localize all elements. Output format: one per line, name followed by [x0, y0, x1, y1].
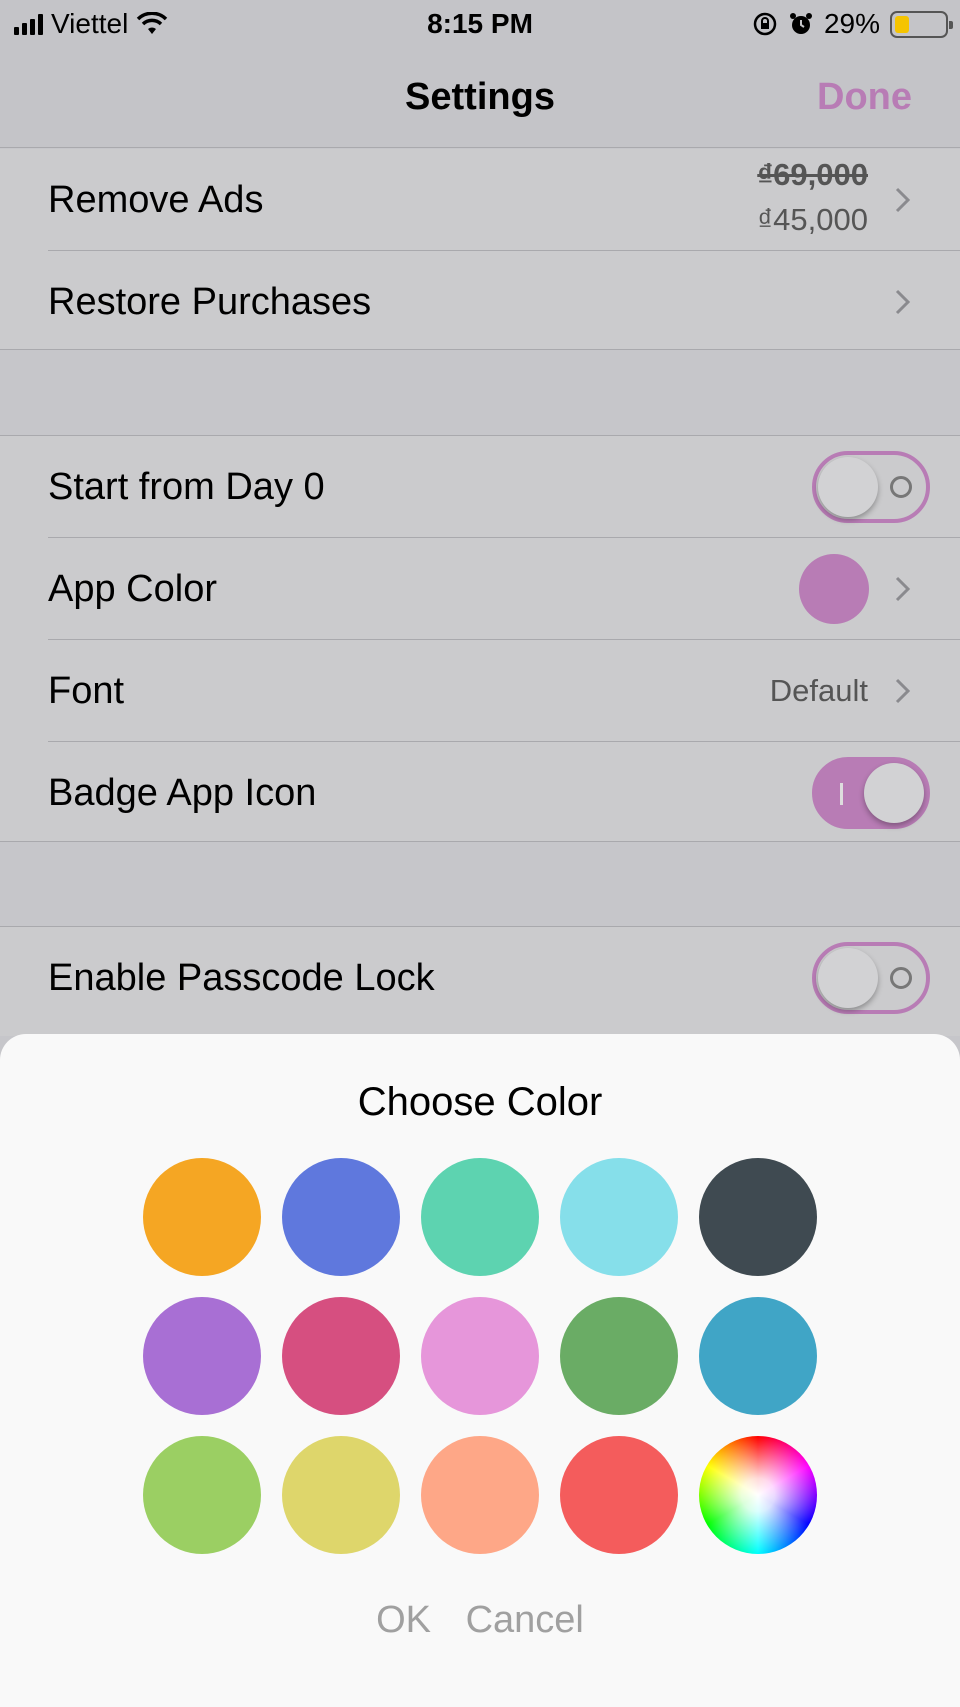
start-day0-label: Start from Day 0 [48, 466, 325, 508]
alarm-icon [789, 13, 812, 34]
app-color-row[interactable]: App Color [0, 538, 960, 640]
ok-button[interactable]: OK [376, 1599, 431, 1642]
toggle-knob [818, 457, 878, 517]
choose-color-sheet: Choose Color OK Cancel [0, 1034, 960, 1707]
font-row[interactable]: Font Default [0, 640, 960, 742]
chevron-right-icon [895, 678, 911, 704]
color-swatch[interactable] [282, 1158, 400, 1276]
sheet-title: Choose Color [357, 1080, 603, 1124]
color-swatch[interactable] [282, 1436, 400, 1554]
app-color-preview [799, 554, 869, 624]
start-day0-toggle[interactable] [812, 451, 930, 523]
chevron-right-icon [895, 289, 911, 315]
color-swatch[interactable] [282, 1297, 400, 1415]
app-color-label: App Color [48, 568, 217, 610]
toggle-off-mark [890, 476, 912, 498]
done-button[interactable]: Done [817, 76, 912, 119]
color-swatch[interactable] [560, 1436, 678, 1554]
battery-icon [890, 10, 953, 38]
color-swatch[interactable] [143, 1158, 261, 1276]
remove-ads-row[interactable]: Remove Ads ₫69,000 ₫45,000 [0, 149, 960, 251]
color-swatch[interactable] [421, 1297, 539, 1415]
restore-purchases-label: Restore Purchases [48, 281, 372, 323]
status-right: 29% [752, 8, 953, 40]
color-swatch[interactable] [143, 1297, 261, 1415]
toggle-on-mark [840, 783, 843, 805]
chevron-right-icon [895, 576, 911, 602]
sale-price: ₫45,000 [757, 202, 868, 237]
status-bar: Viettel 8:15 PM 29% [0, 0, 960, 48]
badge-app-icon-label: Badge App Icon [48, 772, 317, 814]
battery-fill [895, 15, 909, 33]
color-swatch[interactable] [560, 1297, 678, 1415]
color-swatch-grid [143, 1158, 819, 1554]
toggle-off-mark [890, 967, 912, 989]
preferences-section: Start from Day 0 App Color Font Default … [0, 435, 960, 842]
restore-purchases-row[interactable]: Restore Purchases [0, 251, 960, 353]
sheet-actions: OK Cancel [0, 1599, 960, 1642]
passcode-lock-toggle[interactable] [812, 942, 930, 1014]
nav-bar: Settings Done [0, 48, 960, 148]
custom-color-wheel[interactable] [699, 1436, 817, 1554]
cancel-button[interactable]: Cancel [466, 1599, 584, 1642]
color-swatch[interactable] [699, 1158, 817, 1276]
security-section: Enable Passcode Lock [0, 926, 960, 1036]
font-value: Default [769, 673, 868, 708]
color-swatch[interactable] [143, 1436, 261, 1554]
badge-app-icon-row: Badge App Icon [0, 742, 960, 844]
color-swatch[interactable] [560, 1158, 678, 1276]
chevron-right-icon [895, 187, 911, 213]
toggle-knob [818, 948, 878, 1008]
badge-app-icon-toggle[interactable] [812, 757, 930, 829]
start-day0-row: Start from Day 0 [0, 436, 960, 538]
color-swatch[interactable] [699, 1297, 817, 1415]
passcode-lock-row: Enable Passcode Lock [0, 927, 960, 1029]
toggle-knob [864, 763, 924, 823]
page-title: Settings [405, 76, 555, 118]
color-swatch[interactable] [421, 1436, 539, 1554]
battery-percent: 29% [823, 8, 880, 39]
passcode-lock-label: Enable Passcode Lock [48, 957, 435, 999]
font-label: Font [48, 670, 125, 712]
remove-ads-label: Remove Ads [48, 179, 264, 221]
original-price: ₫69,000 [757, 157, 868, 192]
purchases-section: Remove Ads ₫69,000 ₫45,000 Restore Purch… [0, 149, 960, 350]
orientation-lock-icon [753, 12, 777, 36]
color-swatch[interactable] [421, 1158, 539, 1276]
